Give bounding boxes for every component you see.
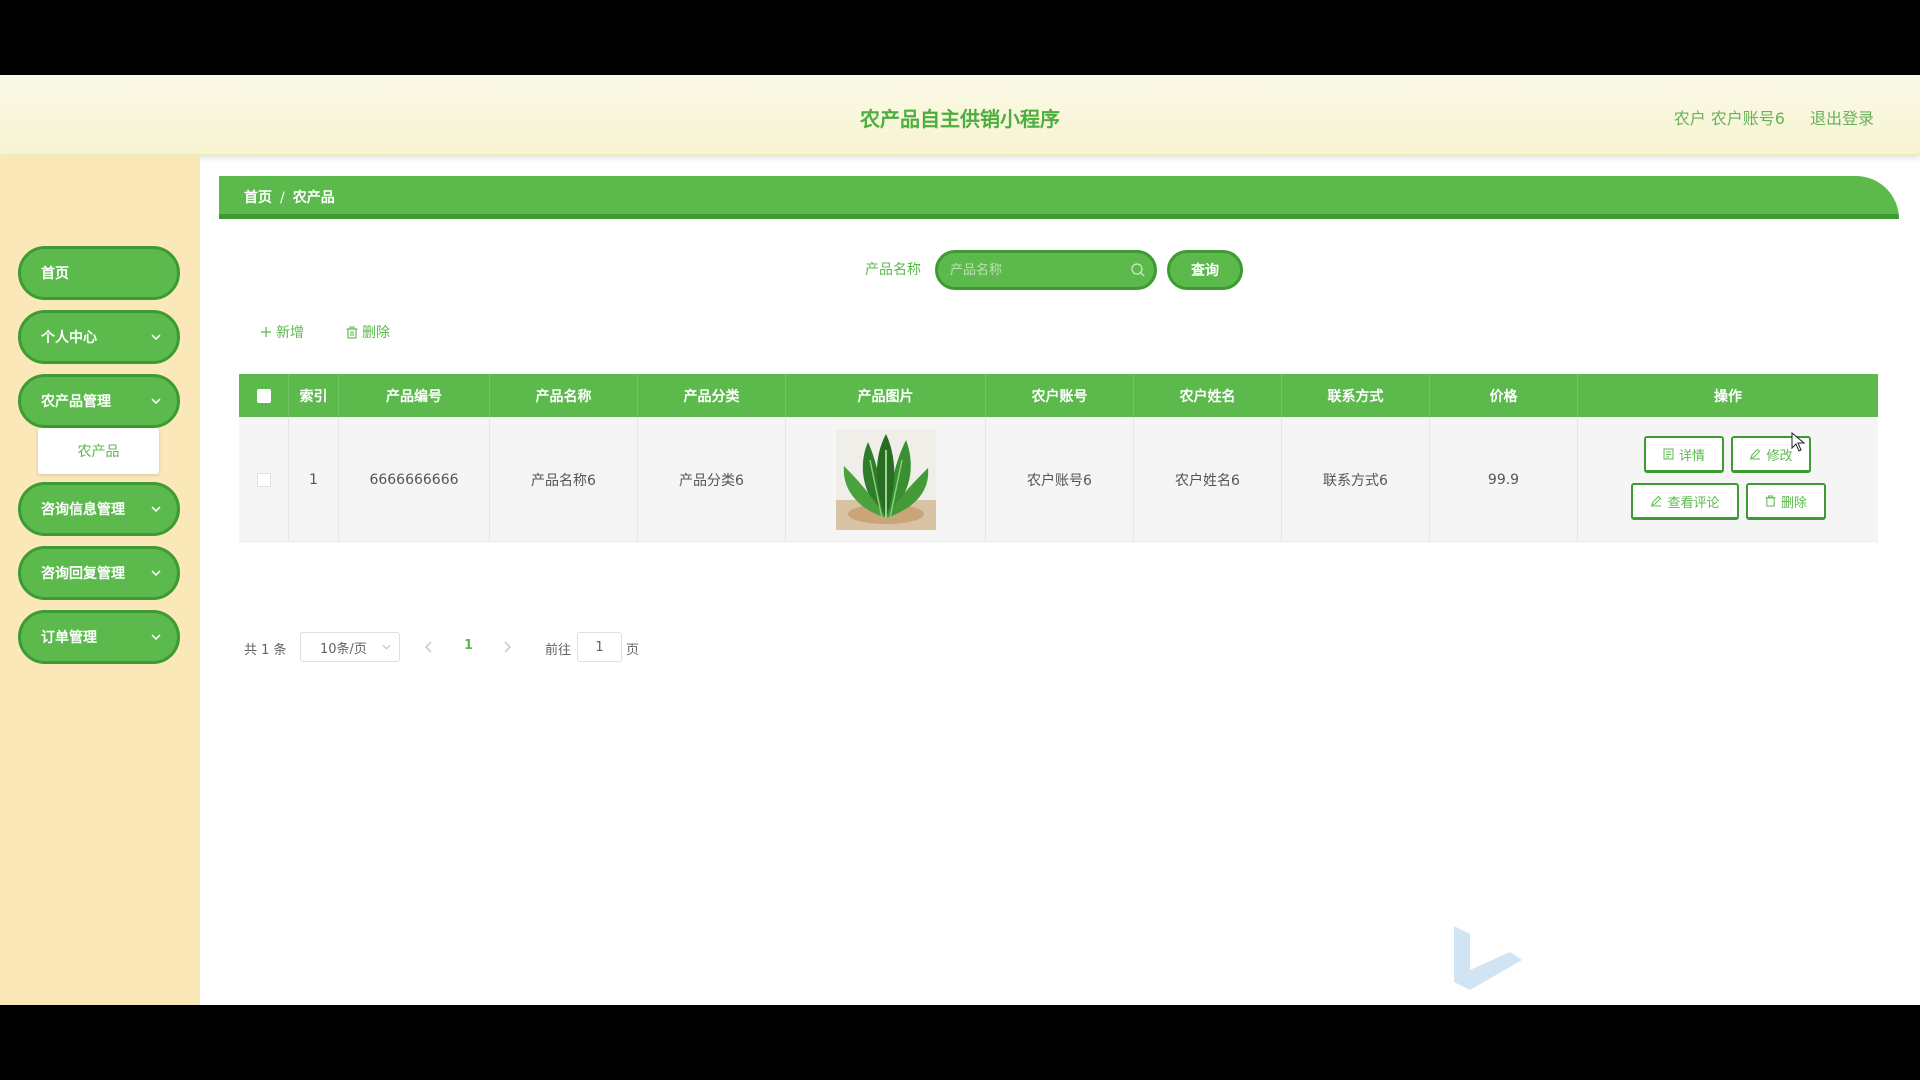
logout-link[interactable]: 退出登录 [1810, 105, 1874, 129]
product-image [835, 429, 936, 530]
breadcrumb-home[interactable]: 首页 [244, 190, 272, 206]
cell-index: 1 [289, 417, 339, 542]
sidebar-item-order-management[interactable]: 订单管理 [18, 610, 180, 664]
column-header: 农户账号 [986, 374, 1134, 417]
cell-farmer-name: 农户姓名6 [1134, 417, 1282, 542]
trash-icon [346, 325, 358, 339]
batch-delete-button[interactable]: 删除 [346, 322, 390, 342]
sidebar-item-label: 个人中心 [41, 330, 97, 346]
sidebar-item-label: 咨询回复管理 [41, 566, 125, 582]
delete-button-label: 删除 [362, 325, 390, 341]
chevron-down-icon [149, 394, 163, 408]
search-label: 产品名称 [865, 262, 921, 278]
sidebar-item-inquiry-management[interactable]: 咨询信息管理 [18, 482, 180, 536]
breadcrumb-bar: 首页 / 农产品 [219, 176, 1899, 219]
row-checkbox[interactable] [256, 472, 271, 487]
row-delete-label: 删除 [1780, 495, 1807, 511]
page-size-select[interactable]: 10条/页 [300, 632, 400, 662]
cell-farmer-account: 农户账号6 [986, 417, 1134, 542]
chevron-down-icon [149, 502, 163, 516]
watermark-logo-icon [1454, 926, 1522, 990]
sidebar-item-label: 首页 [41, 266, 69, 282]
pencil-icon [1749, 448, 1761, 460]
sidebar-item-product-management[interactable]: 农产品管理 [18, 374, 180, 428]
goto-label: 前往 [545, 643, 572, 658]
app-window: 农产品自主供销小程序 农户 农户账号6 退出登录 首页 个人中心 农产品管理 农… [0, 75, 1920, 1005]
row-select[interactable] [239, 417, 289, 542]
pencil-icon [1650, 495, 1662, 507]
breadcrumb: 首页 / 农产品 [244, 187, 335, 207]
column-header: 价格 [1430, 374, 1578, 417]
chevron-down-icon [382, 644, 391, 650]
view-reviews-label: 查看评论 [1667, 495, 1720, 511]
sidebar-item-label: 农产品管理 [41, 394, 111, 410]
add-button-label: 新增 [276, 325, 304, 341]
column-header: 产品图片 [786, 374, 986, 417]
chevron-down-icon [149, 566, 163, 580]
edit-button-label: 修改 [1766, 448, 1793, 464]
table-header: 索引 产品编号 产品名称 产品分类 产品图片 农户账号 农户姓名 联系方式 价格… [239, 374, 1878, 417]
next-page-button[interactable] [503, 641, 511, 653]
cell-product-code: 6666666666 [339, 417, 490, 542]
prev-page-button[interactable] [425, 641, 433, 653]
column-header: 产品分类 [638, 374, 786, 417]
cell-product-category: 产品分类6 [638, 417, 786, 542]
search-icon [1130, 262, 1146, 278]
app-title: 农产品自主供销小程序 [860, 107, 1060, 131]
submenu-item-products[interactable]: 农产品 [38, 428, 159, 474]
sidebar-item-personal-center[interactable]: 个人中心 [18, 310, 180, 364]
plus-icon [260, 326, 272, 338]
document-icon [1663, 448, 1674, 460]
page-number-current[interactable]: 1 [464, 638, 473, 653]
mouse-cursor-icon [1791, 432, 1805, 452]
page-size-value: 10条/页 [320, 641, 367, 657]
column-header: 产品名称 [490, 374, 638, 417]
column-header: 索引 [289, 374, 339, 417]
column-header: 产品编号 [339, 374, 490, 417]
add-button[interactable]: 新增 [260, 322, 304, 342]
chevron-down-icon [149, 630, 163, 644]
detail-button-label: 详情 [1678, 448, 1705, 464]
search-input[interactable] [950, 253, 1120, 287]
row-delete-button[interactable]: 删除 [1746, 483, 1826, 520]
sidebar-item-label: 订单管理 [41, 630, 97, 646]
cell-product-name: 产品名称6 [490, 417, 638, 542]
chevron-left-icon [425, 641, 432, 653]
sidebar: 首页 个人中心 农产品管理 农产品 咨询信息管理 咨询回复管理 订单管理 [0, 156, 200, 1005]
search-button[interactable]: 查询 [1167, 250, 1243, 290]
cell-price: 99.9 [1430, 417, 1578, 542]
search-field [935, 250, 1157, 290]
page-suffix: 页 [626, 643, 640, 658]
sidebar-item-label: 咨询信息管理 [41, 502, 125, 518]
chevron-down-icon [149, 330, 163, 344]
cell-product-image [786, 417, 986, 542]
table-row: 1 6666666666 产品名称6 产品分类6 农户账号6 农户姓名6 联系方… [239, 417, 1878, 542]
view-reviews-button[interactable]: 查看评论 [1631, 483, 1739, 520]
sidebar-item-reply-management[interactable]: 咨询回复管理 [18, 546, 180, 600]
trash-icon [1765, 495, 1776, 507]
chevron-right-icon [504, 641, 511, 653]
goto-page-input[interactable] [577, 632, 622, 662]
select-all-checkbox[interactable] [256, 388, 271, 403]
breadcrumb-separator: / [280, 190, 285, 206]
detail-button[interactable]: 详情 [1644, 436, 1724, 473]
top-header: 农产品自主供销小程序 农户 农户账号6 退出登录 [0, 75, 1920, 155]
cell-actions: 详情 修改 查看评论 删除 [1578, 417, 1878, 542]
column-header: 操作 [1714, 388, 1742, 405]
header-select-all[interactable] [239, 374, 289, 417]
pagination-total: 共 1 条 [244, 643, 287, 658]
sidebar-item-home[interactable]: 首页 [18, 246, 180, 300]
column-header: 联系方式 [1282, 374, 1430, 417]
cell-contact: 联系方式6 [1282, 417, 1430, 542]
column-header: 农户姓名 [1134, 374, 1282, 417]
current-user: 农户 农户账号6 [1673, 109, 1785, 128]
breadcrumb-current: 农产品 [292, 190, 335, 206]
